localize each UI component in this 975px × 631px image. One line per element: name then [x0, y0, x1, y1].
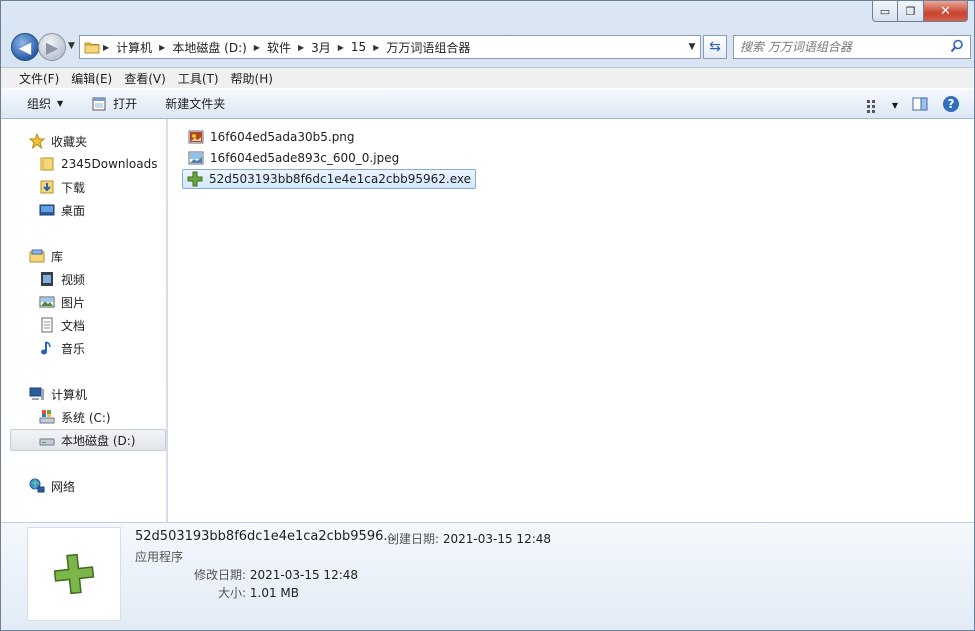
- open-window-icon: [91, 96, 107, 112]
- back-button[interactable]: ◀: [11, 33, 39, 61]
- view-controls: ▼ ?: [866, 95, 960, 116]
- breadcrumb: ▶ 计算机 ▶ 本地磁盘 (D:) ▶ 软件 ▶ 3月 ▶ 15 ▶ 万万词语组…: [102, 36, 684, 58]
- breadcrumb-computer[interactable]: 计算机: [110, 39, 158, 56]
- nav-network[interactable]: 网络: [1, 475, 167, 497]
- nav-favorites[interactable]: 收藏夹: [1, 130, 167, 152]
- document-icon: [39, 317, 55, 333]
- png-image-icon: [188, 129, 204, 145]
- window-controls: ▭ ❐ ✕: [872, 1, 968, 22]
- open-button[interactable]: 打开: [83, 95, 145, 112]
- close-button[interactable]: ✕: [924, 1, 968, 22]
- explorer-window: ▭ ❐ ✕ ◀ ▶ ▼ ▶ 计算机 ▶ 本地磁盘 (D:) ▶ 软件 ▶ 3月: [0, 0, 975, 631]
- folder-icon: [39, 156, 55, 172]
- menu-view[interactable]: 查看(V): [118, 70, 172, 87]
- command-bar: 组织 ▼ 打开 新建文件夹 ▼ ?: [1, 88, 974, 119]
- system-drive-icon: [39, 409, 55, 425]
- new-folder-label: 新建文件夹: [165, 97, 226, 111]
- menu-edit[interactable]: 编辑(E): [65, 70, 118, 87]
- desktop-icon: [39, 202, 55, 218]
- file-item-png[interactable]: 16f604ed5ada30b5.png: [184, 127, 359, 147]
- file-thumbnail: [27, 527, 121, 621]
- breadcrumb-march[interactable]: 3月: [305, 39, 337, 56]
- preview-pane-button[interactable]: [912, 96, 928, 115]
- address-bar[interactable]: ▶ 计算机 ▶ 本地磁盘 (D:) ▶ 软件 ▶ 3月 ▶ 15 ▶ 万万词语组…: [79, 35, 701, 59]
- nav-computer[interactable]: 计算机: [1, 383, 167, 405]
- details-file-type: 应用程序: [135, 550, 184, 564]
- chevron-down-icon: ▼: [57, 99, 64, 108]
- refresh-icon: ⇆: [709, 39, 721, 55]
- recent-pages-dropdown[interactable]: ▼: [68, 41, 75, 51]
- music-note-icon: [39, 340, 55, 356]
- refresh-button[interactable]: ⇆: [703, 35, 727, 59]
- new-folder-button[interactable]: 新建文件夹: [157, 95, 233, 112]
- file-name: 52d503193bb8f6dc1e4e1ca2cbb95962.exe: [209, 172, 472, 186]
- nav-item-drive-d[interactable]: 本地磁盘 (D:): [10, 429, 166, 451]
- folder-icon: [84, 39, 100, 55]
- jpeg-image-icon: [188, 150, 204, 166]
- nav-item-desktop[interactable]: 桌面: [1, 199, 167, 221]
- file-item-jpeg[interactable]: 16f604ed5ade893c_600_0.jpeg: [184, 148, 403, 168]
- details-pane: 52d503193bb8f6dc1e4e1ca2cbb9596... 创建日期:…: [1, 522, 974, 630]
- breadcrumb-15[interactable]: 15: [345, 40, 372, 54]
- file-item-exe[interactable]: 52d503193bb8f6dc1e4e1ca2cbb95962.exe: [182, 169, 477, 189]
- menu-tools[interactable]: 工具(T): [172, 70, 225, 87]
- video-icon: [39, 271, 55, 287]
- preview-pane-icon: [912, 97, 928, 111]
- search-input[interactable]: [740, 40, 940, 54]
- chevron-down-icon: ▼: [891, 101, 898, 110]
- file-name: 16f604ed5ade893c_600_0.jpeg: [210, 151, 400, 165]
- nav-item-music[interactable]: 音乐: [1, 337, 167, 359]
- nav-item-videos[interactable]: 视频: [1, 268, 167, 290]
- arrow-right-icon: ▶: [45, 37, 59, 57]
- download-folder-icon: [39, 179, 55, 195]
- picture-icon: [39, 294, 55, 310]
- details-modified: 修改日期: 2021-03-15 12:48: [194, 568, 359, 582]
- view-list-icon: [866, 99, 875, 113]
- minimize-button[interactable]: ▭: [872, 1, 898, 22]
- details-file-name: 52d503193bb8f6dc1e4e1ca2cbb9596...: [135, 529, 396, 544]
- file-name: 16f604ed5ada30b5.png: [210, 130, 355, 144]
- nav-libraries[interactable]: 库: [1, 245, 167, 267]
- menu-file[interactable]: 文件(F): [13, 70, 65, 87]
- svg-text:?: ?: [948, 97, 955, 111]
- exe-plus-icon: [187, 171, 203, 187]
- navigation-row: ◀ ▶ ▼ ▶ 计算机 ▶ 本地磁盘 (D:) ▶ 软件 ▶ 3月 ▶ 15 ▶…: [9, 31, 971, 63]
- navigation-pane: 收藏夹 2345Downloads 下载 桌面 库 视频 图片 文档 音乐 计算…: [1, 119, 167, 522]
- maximize-button[interactable]: ❐: [898, 1, 924, 22]
- file-list: 16f604ed5ada30b5.png 16f604ed5ade893c_60…: [168, 119, 974, 522]
- address-history-dropdown[interactable]: ▼: [684, 42, 700, 52]
- details-size: 大小: 1.01 MB: [218, 586, 299, 600]
- organize-button[interactable]: 组织 ▼: [19, 95, 71, 112]
- network-icon: [29, 478, 45, 494]
- details-created: 创建日期: 2021-03-15 12:48: [387, 532, 552, 546]
- library-icon: [29, 248, 45, 264]
- help-icon: ?: [943, 96, 959, 112]
- exe-plus-icon: [53, 553, 95, 595]
- breadcrumb-current-folder[interactable]: 万万词语组合器: [380, 39, 476, 56]
- nav-item-2345downloads[interactable]: 2345Downloads: [1, 153, 167, 175]
- computer-icon: [29, 386, 45, 402]
- open-label: 打开: [113, 97, 138, 111]
- nav-item-documents[interactable]: 文档: [1, 314, 167, 336]
- breadcrumb-drive-d[interactable]: 本地磁盘 (D:): [166, 39, 252, 56]
- star-icon: [28, 132, 46, 150]
- help-button[interactable]: ?: [942, 95, 960, 116]
- nav-item-pictures[interactable]: 图片: [1, 291, 167, 313]
- arrow-left-icon: ◀: [18, 37, 32, 57]
- forward-button[interactable]: ▶: [38, 33, 66, 61]
- organize-label: 组织: [27, 97, 52, 111]
- view-options-button[interactable]: ▼: [866, 98, 898, 114]
- hard-drive-icon: [39, 432, 55, 448]
- breadcrumb-software[interactable]: 软件: [261, 39, 297, 56]
- menu-bar: 文件(F) 编辑(E) 查看(V) 工具(T) 帮助(H): [1, 67, 974, 88]
- menu-help[interactable]: 帮助(H): [225, 70, 279, 87]
- search-icon[interactable]: [950, 39, 964, 56]
- search-box[interactable]: [733, 35, 971, 59]
- nav-item-drive-c[interactable]: 系统 (C:): [1, 406, 167, 428]
- nav-item-downloads[interactable]: 下载: [1, 176, 167, 198]
